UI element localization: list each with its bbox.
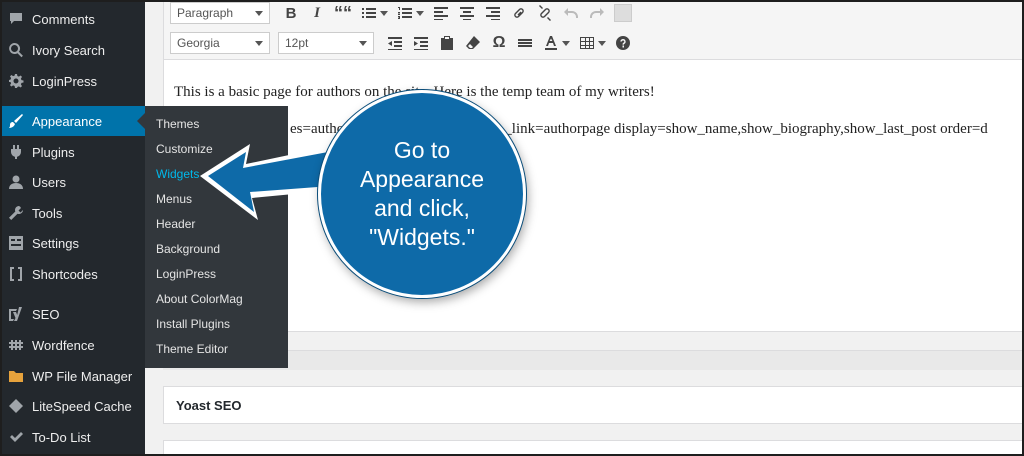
chevron-down-icon bbox=[359, 40, 367, 46]
plugin-icon bbox=[8, 144, 24, 160]
sidebar-item-label: Wordfence bbox=[32, 337, 95, 353]
admin-sidebar: Comments Ivory Search LoginPress Appeara… bbox=[0, 0, 145, 456]
chevron-down-icon[interactable] bbox=[380, 10, 388, 16]
wordfence-icon bbox=[8, 337, 24, 353]
comment-icon bbox=[8, 11, 24, 27]
link-icon[interactable] bbox=[506, 2, 532, 24]
submenu-item-install-plugins[interactable]: Install Plugins bbox=[145, 312, 288, 337]
help-icon[interactable] bbox=[610, 32, 636, 54]
table-icon[interactable] bbox=[574, 32, 600, 54]
align-right-icon[interactable] bbox=[480, 2, 506, 24]
sidebar-item-comments[interactable]: Comments bbox=[0, 4, 145, 34]
callout-text: Go to Appearance and click, "Widgets." bbox=[359, 137, 485, 250]
sidebar-item-label: WP File Manager bbox=[32, 368, 133, 384]
sidebar-item-label: Shortcodes bbox=[32, 266, 98, 282]
sidebar-item-label: Appearance bbox=[32, 113, 103, 129]
sidebar-item-plugins[interactable]: Plugins bbox=[0, 137, 145, 167]
chevron-down-icon[interactable] bbox=[416, 10, 424, 16]
panel-title: Yoast SEO bbox=[176, 398, 242, 413]
sidebar-item-label: SEO bbox=[32, 306, 60, 322]
sidebar-item-label: Users bbox=[32, 174, 66, 190]
sidebar-item-label: Plugins bbox=[32, 144, 75, 160]
instruction-callout: Go to Appearance and click, "Widgets." bbox=[318, 90, 526, 298]
undo-icon[interactable] bbox=[558, 2, 584, 24]
outdent-icon[interactable] bbox=[382, 32, 408, 54]
sidebar-item-wordfence[interactable]: Wordfence bbox=[0, 330, 145, 360]
sidebar-item-tools[interactable]: Tools bbox=[0, 198, 145, 228]
bold-button[interactable]: B bbox=[278, 2, 304, 24]
sidebar-item-to-do-list[interactable]: To-Do List bbox=[0, 422, 145, 452]
numbered-list-icon[interactable] bbox=[392, 2, 418, 24]
sidebar-item-label: To-Do List bbox=[32, 429, 91, 445]
sidebar-item-seo[interactable]: SEO bbox=[0, 299, 145, 329]
sidebar-item-loginpress[interactable]: LoginPress bbox=[0, 66, 145, 96]
align-left-icon[interactable] bbox=[428, 2, 454, 24]
sidebar-item-wp-file-manager[interactable]: WP File Manager bbox=[0, 361, 145, 391]
check-icon bbox=[8, 429, 24, 445]
brackets-icon bbox=[8, 266, 24, 282]
chevron-down-icon bbox=[255, 10, 263, 16]
unlink-icon[interactable] bbox=[532, 2, 558, 24]
editor-toolbar: Paragraph B I ““ Georgia 12pt Ω bbox=[164, 0, 1023, 60]
font-family-select[interactable]: Georgia bbox=[170, 32, 270, 54]
sidebar-item-settings[interactable]: Settings bbox=[0, 228, 145, 258]
sidebar-item-label: Ivory Search bbox=[32, 42, 105, 58]
paste-text-icon[interactable] bbox=[434, 32, 460, 54]
redo-icon[interactable] bbox=[584, 2, 610, 24]
content-shortcode: es=autho _link=authorpage display=show_na… bbox=[290, 121, 988, 137]
sidebar-item-users[interactable]: Users bbox=[0, 167, 145, 197]
submenu-item-about-colormag[interactable]: About ColorMag bbox=[145, 287, 288, 312]
user-icon bbox=[8, 174, 24, 190]
settings-icon bbox=[8, 235, 24, 251]
italic-button[interactable]: I bbox=[304, 2, 330, 24]
bullet-list-icon[interactable] bbox=[356, 2, 382, 24]
next-panel bbox=[163, 440, 1024, 456]
callout-arrow bbox=[200, 144, 336, 220]
sidebar-item-litespeed-cache[interactable]: LiteSpeed Cache bbox=[0, 391, 145, 421]
chevron-down-icon[interactable] bbox=[598, 40, 606, 46]
indent-icon[interactable] bbox=[408, 32, 434, 54]
gear-icon bbox=[8, 73, 24, 89]
special-character-button[interactable]: Ω bbox=[486, 32, 512, 54]
sidebar-item-label: LoginPress bbox=[32, 73, 98, 89]
search-icon bbox=[8, 42, 24, 58]
submenu-item-loginpress[interactable]: LoginPress bbox=[145, 262, 288, 287]
horizontal-rule-icon[interactable] bbox=[512, 32, 538, 54]
sidebar-item-ivory-search[interactable]: Ivory Search bbox=[0, 35, 145, 65]
yoast-icon bbox=[8, 306, 24, 322]
sidebar-item-label: Comments bbox=[32, 11, 95, 27]
wrench-icon bbox=[8, 205, 24, 221]
submenu-item-themes[interactable]: Themes bbox=[145, 112, 288, 137]
clear-formatting-icon[interactable] bbox=[460, 32, 486, 54]
submenu-item-theme-editor[interactable]: Theme Editor bbox=[145, 337, 288, 362]
sidebar-item-label: LiteSpeed Cache bbox=[32, 398, 132, 414]
blockquote-button[interactable]: ““ bbox=[330, 2, 356, 24]
folder-icon bbox=[8, 368, 24, 384]
paintbrush-icon bbox=[8, 113, 24, 129]
panel-divider bbox=[163, 350, 1024, 370]
font-size-select[interactable]: 12pt bbox=[278, 32, 374, 54]
align-center-icon[interactable] bbox=[454, 2, 480, 24]
chevron-down-icon[interactable] bbox=[562, 40, 570, 46]
sidebar-item-label: Tools bbox=[32, 205, 63, 221]
diamond-icon bbox=[8, 398, 24, 414]
content-paragraph: This is a basic page for authors on the … bbox=[174, 84, 655, 100]
sidebar-item-appearance[interactable]: Appearance bbox=[0, 106, 145, 136]
chevron-down-icon bbox=[255, 40, 263, 46]
sidebar-item-label: Settings bbox=[32, 235, 79, 251]
text-color-icon[interactable] bbox=[538, 32, 564, 54]
submenu-item-background[interactable]: Background bbox=[145, 237, 288, 262]
format-select[interactable]: Paragraph bbox=[170, 2, 270, 24]
sidebar-item-shortcodes[interactable]: Shortcodes bbox=[0, 259, 145, 289]
image-placeholder-icon bbox=[614, 4, 632, 22]
yoast-seo-panel[interactable]: Yoast SEO bbox=[163, 386, 1024, 424]
